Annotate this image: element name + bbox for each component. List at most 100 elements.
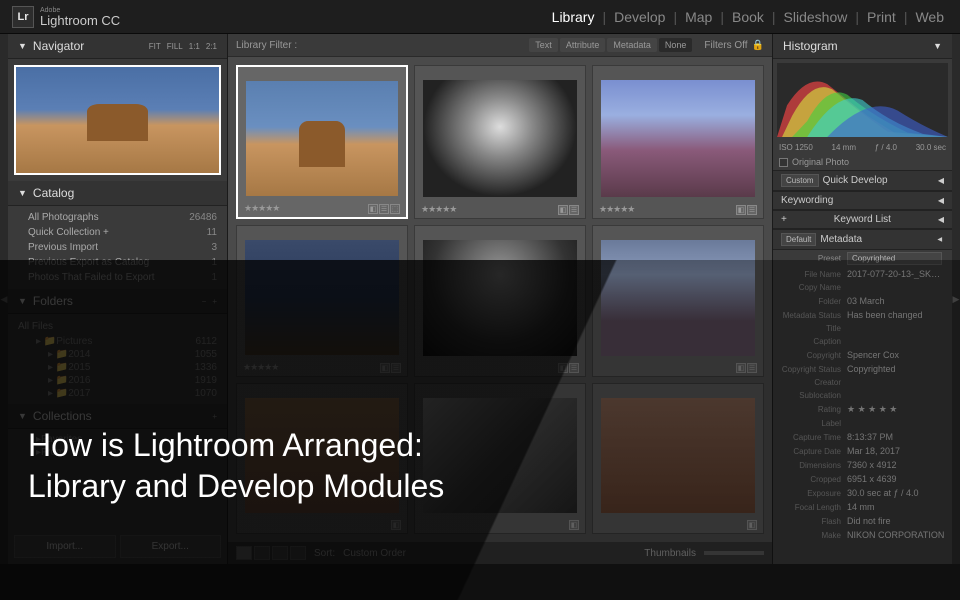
thumbnail[interactable]: ★★★★★◧☰⬚ [236,65,408,219]
navigator-header[interactable]: ▼ Navigator FIT FILL 1:1 2:1 [8,34,227,59]
import-button[interactable]: Import... [14,535,116,558]
folder-plus-icon[interactable]: + [212,297,217,306]
original-photo-toggle[interactable]: Original Photo [773,154,952,170]
folder-item[interactable]: ▸ 📁 20151336 [8,361,227,374]
meta-cdate[interactable]: Mar 18, 2017 [847,446,946,456]
catalog-title: Catalog [33,186,74,200]
module-print[interactable]: Print [863,9,900,25]
folder-item[interactable]: ▸ 📁 Pictures6112 [8,335,227,348]
badge-icon: ◧ [736,363,746,373]
badge-icon: ☰ [569,363,579,373]
meta-cstatus[interactable]: Copyrighted [847,364,946,374]
folder-item[interactable]: ▸ 📁 20141055 [8,348,227,361]
meta-make: NIKON CORPORATION [847,530,946,540]
meta-copyright[interactable]: Spencer Cox [847,350,946,360]
default-dropdown[interactable]: Default [781,233,816,246]
histo-aperture: ƒ / 4.0 [875,143,897,152]
folders-header[interactable]: ▼ Folders −+ [8,289,227,314]
metadata-header[interactable]: Default Metadata▼ [773,229,952,250]
grid-view-icon[interactable] [236,546,252,560]
badge-icon: ◧ [569,520,579,530]
thumbnail[interactable]: ◧☰ [414,225,586,377]
catalog-header[interactable]: ▼ Catalog [8,181,227,206]
main-area: ◀ ▼ Navigator FIT FILL 1:1 2:1 ▼ Catalog… [0,34,960,564]
filter-attribute[interactable]: Attribute [560,38,606,52]
export-button[interactable]: Export... [120,535,222,558]
filters-off[interactable]: Filters Off [704,40,747,51]
collection-item[interactable]: ▸ From [8,446,227,459]
folder-item[interactable]: ▸ 📁 20161919 [8,374,227,387]
disclosure-icon: ▼ [18,411,27,421]
nav-fill[interactable]: FILL [167,42,183,51]
meta-status[interactable]: Has been changed [847,310,946,320]
histogram-header[interactable]: Histogram ▼ [773,34,952,59]
collection-item[interactable]: ▸ Favorites [8,433,227,446]
disclosure-icon: ▼ [18,296,27,306]
quick-develop-header[interactable]: Custom Quick Develop◀ [773,170,952,191]
thumbnail-size-slider[interactable] [704,551,764,555]
histo-iso: ISO 1250 [779,143,813,152]
disclosure-icon: ▼ [18,41,27,51]
module-map[interactable]: Map [681,9,716,25]
meta-ctime[interactable]: 8:13:37 PM [847,432,946,442]
badge-icon: ◧ [380,363,390,373]
right-panel: Histogram ▼ ISO 1250 14 mm ƒ / 4.0 30.0 … [772,34,952,564]
meta-filename[interactable]: 2017-077-20-13-_SKY7485.NEF [847,269,946,279]
thumbnail[interactable]: ◧ [236,383,408,534]
meta-rating[interactable]: ★ ★ ★ ★ ★ [847,404,946,415]
catalog-item[interactable]: Previous Export as Catalog1 [8,255,227,270]
catalog-item[interactable]: Quick Collection +11 [8,225,227,240]
disclosure-icon: ▼ [18,188,27,198]
badge-icon: ☰ [391,363,401,373]
preset-dropdown[interactable]: Copyrighted [847,252,942,265]
catalog-item[interactable]: Photos That Failed to Export1 [8,270,227,285]
collections-header[interactable]: ▼ Collections + [8,404,227,429]
module-slideshow[interactable]: Slideshow [780,9,852,25]
folder-item[interactable]: ▸ 📁 20171070 [8,387,227,400]
folder-minus-icon[interactable]: − [202,297,207,306]
badge-icon: ⬚ [390,204,400,214]
compare-view-icon[interactable] [272,546,288,560]
thumbnail[interactable]: ★★★★★◧☰ [236,225,408,377]
meta-folder[interactable]: 03 March [847,296,946,306]
collection-plus-icon[interactable]: + [212,412,217,421]
custom-dropdown[interactable]: Custom [781,174,819,187]
sort-order[interactable]: Custom Order [343,548,406,559]
top-bar: Lr Adobe Lightroom CC Library| Develop| … [0,0,960,34]
module-develop[interactable]: Develop [610,9,669,25]
meta-flength: 14 mm [847,502,946,512]
filter-metadata[interactable]: Metadata [607,38,657,52]
thumbnail[interactable]: ◧☰ [592,225,764,377]
keyword-list-header[interactable]: +Keyword List◀ [773,210,952,229]
nav-fit[interactable]: FIT [149,42,161,51]
catalog-item[interactable]: All Photographs26486 [8,210,227,225]
badge-icon: ☰ [747,363,757,373]
histogram-display[interactable] [777,63,948,137]
collections-title: Collections [33,409,92,423]
thumbnail[interactable]: ★★★★★◧☰ [414,65,586,219]
thumbnail[interactable]: ◧ [414,383,586,534]
navigator-preview[interactable] [14,65,221,175]
nav-1-1[interactable]: 1:1 [189,42,200,51]
module-library[interactable]: Library [548,9,599,25]
right-edge-toggle[interactable]: ▶ [952,34,960,564]
badge-icon: ◧ [391,520,401,530]
filter-text[interactable]: Text [529,38,558,52]
library-filter-bar: Library Filter : Text Attribute Metadata… [228,34,772,57]
left-edge-toggle[interactable]: ◀ [0,34,8,564]
thumbnail[interactable]: ◧ [592,383,764,534]
badge-icon: ☰ [379,204,389,214]
survey-view-icon[interactable] [290,546,306,560]
filter-lock-icon[interactable]: 🔒 [752,40,764,51]
thumbnail[interactable]: ★★★★★◧☰ [592,65,764,219]
navigator-title: Navigator [33,39,84,53]
catalog-item[interactable]: Previous Import3 [8,240,227,255]
module-web[interactable]: Web [911,9,948,25]
loupe-view-icon[interactable] [254,546,270,560]
filter-none[interactable]: None [659,38,693,52]
folder-allfiles[interactable]: All Files [8,318,227,335]
checkbox-icon[interactable] [779,158,788,167]
module-book[interactable]: Book [728,9,768,25]
nav-2-1[interactable]: 2:1 [206,42,217,51]
keywording-header[interactable]: Keywording◀ [773,191,952,210]
